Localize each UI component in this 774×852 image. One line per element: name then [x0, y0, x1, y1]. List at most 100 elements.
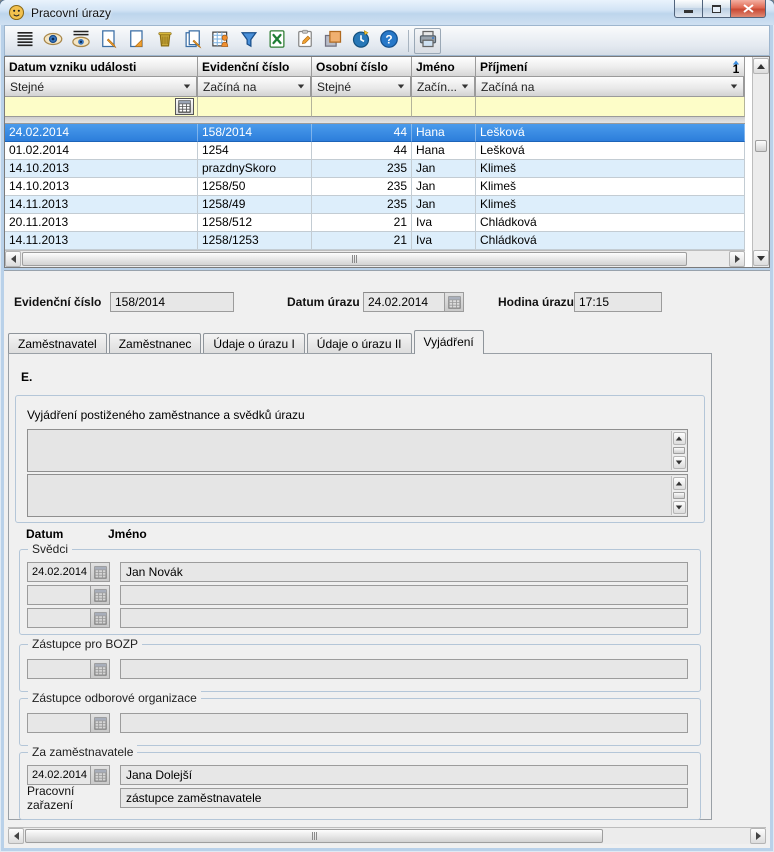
zamestnavatel-datum-field[interactable]: 24.02.2014	[27, 765, 91, 785]
help-button[interactable]: ?	[375, 28, 402, 54]
list-button[interactable]	[11, 28, 38, 54]
view-list-button[interactable]	[67, 28, 94, 54]
scroll-up-button[interactable]	[753, 58, 769, 74]
scrollbar-thumb[interactable]	[673, 447, 685, 454]
svedek-jmeno-field[interactable]: Jan Novák	[120, 562, 688, 582]
textarea-scrollbar[interactable]	[671, 431, 686, 470]
scrollbar-thumb[interactable]	[25, 829, 603, 843]
grid-user-button[interactable]	[207, 28, 234, 54]
tab-zamestnavatel[interactable]: Zaměstnavatel	[8, 333, 107, 354]
bozp-jmeno-field[interactable]	[120, 659, 688, 679]
history-button[interactable]	[347, 28, 374, 54]
statement-textarea-2[interactable]	[27, 474, 688, 517]
svedek-calendar-button[interactable]	[91, 585, 110, 605]
scroll-right-button[interactable]	[750, 828, 766, 844]
scroll-left-button[interactable]	[8, 828, 24, 844]
tab-udaje-o-urazu-1[interactable]: Údaje o úrazu I	[203, 333, 304, 354]
cell-evidencni: 1254	[198, 142, 312, 160]
cell-datum: 14.10.2013	[5, 160, 198, 178]
tab-vyjadreni[interactable]: Vyjádření	[414, 330, 484, 354]
close-button[interactable]	[731, 0, 766, 18]
svedek-jmeno-field[interactable]	[120, 585, 688, 605]
scroll-down-button[interactable]	[673, 456, 686, 469]
scroll-up-button[interactable]	[673, 432, 686, 445]
maximize-button[interactable]	[703, 0, 731, 18]
column-header-osobni[interactable]: Osobní číslo	[312, 57, 412, 77]
filter-operator-prijmeni[interactable]: Začíná na	[476, 77, 745, 97]
odbory-datum-field[interactable]	[27, 713, 91, 733]
odbory-calendar-button[interactable]	[91, 713, 110, 733]
svedek-jmeno-field[interactable]	[120, 608, 688, 628]
table-row[interactable]: 14.10.2013 1258/50 235 Jan Klimeš	[5, 178, 745, 196]
column-header-jmeno[interactable]: Jméno	[412, 57, 476, 77]
scroll-right-button[interactable]	[729, 251, 745, 267]
svedek-datum-field[interactable]: 24.02.2014	[27, 562, 91, 582]
filter-input-jmeno[interactable]	[412, 97, 476, 117]
export-excel-button[interactable]	[263, 28, 290, 54]
svedek-calendar-button[interactable]	[91, 608, 110, 628]
scrollbar-thumb[interactable]	[22, 252, 687, 266]
cell-datum: 01.02.2014	[5, 142, 198, 160]
filter-operator-jmeno[interactable]: Začín...	[412, 77, 476, 97]
filter-operator-evidencni[interactable]: Začíná na	[198, 77, 312, 97]
print-button[interactable]	[414, 28, 441, 54]
datum-urazu-calendar-button[interactable]	[445, 292, 464, 312]
table-row[interactable]: 24.02.2014 158/2014 44 Hana Lešková	[5, 124, 745, 142]
new-document-button[interactable]	[95, 28, 122, 54]
cell-osobni: 44	[312, 124, 412, 142]
filter-input-evidencni[interactable]	[198, 97, 312, 117]
view-button[interactable]	[39, 28, 66, 54]
clipboard-edit-button[interactable]	[291, 28, 318, 54]
panel-horizontal-scrollbar[interactable]	[8, 827, 766, 844]
bozp-calendar-button[interactable]	[91, 659, 110, 679]
svedek-datum-field[interactable]	[27, 585, 91, 605]
grid-vertical-scrollbar[interactable]	[752, 57, 769, 267]
table-row[interactable]: 20.11.2013 1258/512 21 Iva Chládková	[5, 214, 745, 232]
sort-indicator-icon[interactable]: 1	[732, 60, 740, 74]
copy-document-button[interactable]	[179, 28, 206, 54]
scroll-up-button[interactable]	[673, 477, 686, 490]
list-icon	[15, 29, 35, 52]
svedek-calendar-button[interactable]	[91, 562, 110, 582]
table-row[interactable]: 14.10.2013 prazdnySkoro 235 Jan Klimeš	[5, 160, 745, 178]
delete-button[interactable]	[151, 28, 178, 54]
table-row[interactable]: 14.11.2013 1258/1253 21 Iva Chládková	[5, 232, 745, 250]
app-icon	[8, 4, 25, 21]
datum-urazu-field[interactable]: 24.02.2014	[363, 292, 445, 312]
tab-udaje-o-urazu-2[interactable]: Údaje o úrazu II	[307, 333, 412, 354]
scroll-down-button[interactable]	[753, 250, 769, 266]
column-header-prijmeni[interactable]: Příjmení 1	[476, 57, 745, 77]
svedek-datum-field[interactable]	[27, 608, 91, 628]
column-header-evidencni[interactable]: Evidenční číslo	[198, 57, 312, 77]
filter-button[interactable]	[235, 28, 262, 54]
filter-operator-datum[interactable]: Stejné	[5, 77, 198, 97]
minimize-button[interactable]	[674, 0, 703, 18]
pracovni-zarazeni-field[interactable]: zástupce zaměstnavatele	[120, 788, 688, 808]
edit-document-button[interactable]	[123, 28, 150, 54]
filter-input-datum[interactable]	[5, 97, 198, 117]
title-bar: Pracovní úrazy	[0, 0, 774, 25]
hodina-urazu-field[interactable]: 17:15	[574, 292, 662, 312]
odbory-jmeno-field[interactable]	[120, 713, 688, 733]
date-picker-button[interactable]	[175, 98, 194, 115]
scroll-down-button[interactable]	[673, 501, 686, 514]
filter-input-prijmeni[interactable]	[476, 97, 745, 117]
evidencni-field[interactable]: 158/2014	[110, 292, 234, 312]
table-row[interactable]: 14.11.2013 1258/49 235 Jan Klimeš	[5, 196, 745, 214]
scrollbar-thumb[interactable]	[673, 492, 685, 499]
copy-window-button[interactable]	[319, 28, 346, 54]
grid-horizontal-scrollbar[interactable]	[5, 250, 745, 267]
table-row[interactable]: 01.02.2014 1254 44 Hana Lešková	[5, 142, 745, 160]
bozp-datum-field[interactable]	[27, 659, 91, 679]
scroll-left-button[interactable]	[5, 251, 21, 267]
tab-zamestnanec[interactable]: Zaměstnanec	[109, 333, 202, 354]
statement-textarea-1[interactable]	[27, 429, 688, 472]
filter-input-osobni[interactable]	[312, 97, 412, 117]
excel-icon	[267, 29, 287, 52]
zamestnavatel-jmeno-field[interactable]: Jana Dolejší	[120, 765, 688, 785]
zamestnavatel-calendar-button[interactable]	[91, 765, 110, 785]
textarea-scrollbar[interactable]	[671, 476, 686, 515]
filter-operator-osobni[interactable]: Stejné	[312, 77, 412, 97]
column-header-datum[interactable]: Datum vzniku události	[5, 57, 198, 77]
scrollbar-thumb[interactable]	[755, 140, 767, 152]
